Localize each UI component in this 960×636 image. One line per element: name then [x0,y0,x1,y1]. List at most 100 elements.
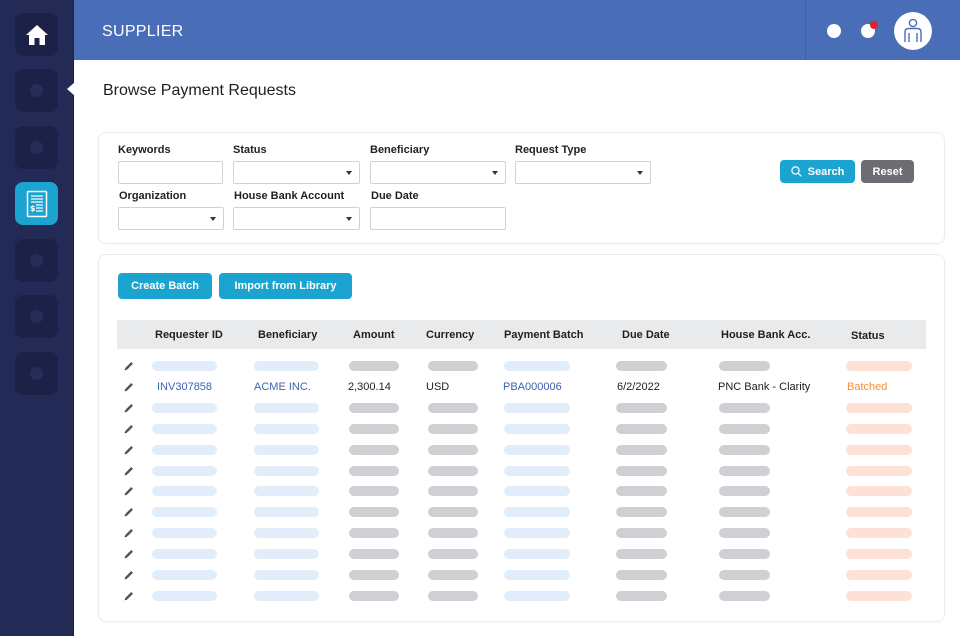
column-header-requester-id[interactable]: Requester ID [155,329,223,341]
import-from-library-button[interactable]: Import from Library [219,273,352,299]
placeholder-cell [616,590,667,601]
placeholder-cell [349,590,399,601]
beneficiary-select[interactable] [370,161,506,184]
placeholder-cell [616,507,667,518]
reset-button[interactable]: Reset [861,160,914,183]
user-avatar[interactable] [894,12,932,50]
chevron-down-icon [210,217,216,221]
placeholder-cell [428,570,478,580]
table-row[interactable] [99,523,946,544]
placeholder-cell [152,423,217,434]
placeholder-cell [719,507,770,518]
placeholder-cell [254,528,319,539]
edit-pencil-icon[interactable] [123,465,135,477]
notification-icon[interactable] [861,21,878,38]
placeholder-cell [349,507,399,518]
table-row[interactable] [99,440,946,461]
edit-pencil-icon[interactable] [123,423,135,435]
placeholder-cell [846,361,912,371]
column-header-amount[interactable]: Amount [353,329,395,341]
requester-id-link[interactable]: INV307858 [157,381,212,393]
top-bar: SUPPLIER [74,0,960,60]
placeholder-cell [846,570,912,580]
placeholder-cell [616,549,667,560]
placeholder-cell [254,549,319,560]
table-row[interactable] [99,461,946,482]
house-bank-account-select[interactable] [233,207,360,230]
table-row[interactable] [99,481,946,502]
request-type-select[interactable] [515,161,651,184]
due-date-input[interactable] [370,207,506,230]
table-row[interactable] [99,502,946,523]
table-header: Requester ID Beneficiary Amount Currency… [117,320,926,349]
reset-button-label: Reset [872,165,903,178]
placeholder-cell [254,361,319,371]
currency-value: USD [426,380,450,393]
sidebar-item-2[interactable] [15,69,58,112]
search-button-label: Search [807,165,845,178]
create-batch-button[interactable]: Create Batch [118,273,212,299]
status-select[interactable] [233,161,360,184]
column-header-due-date[interactable]: Due Date [622,329,670,341]
sidebar-item-payment-requests[interactable]: $ [15,182,58,225]
house-bank-acc-value: PNC Bank - Clarity [718,380,811,393]
placeholder-cell [846,423,912,434]
table-row[interactable] [99,398,946,419]
column-header-currency[interactable]: Currency [426,329,474,341]
payment-batch-link[interactable]: PBA000006 [503,381,562,393]
sidebar-item-6[interactable] [15,295,58,338]
table-row[interactable]: INV307858 ACME INC. 2,300.14 USD PBA000006 6/… [99,377,946,398]
placeholder-cell [349,423,399,434]
placeholder-cell [846,528,912,539]
placeholder-cell [504,549,570,560]
header-divider [805,0,806,60]
placeholder-cell [152,528,217,539]
table-row[interactable] [99,356,946,377]
placeholder-cell [504,361,570,371]
sidebar-item-home[interactable] [15,13,58,56]
placeholder-cell [719,486,770,497]
table-row[interactable] [99,565,946,586]
placeholder-cell [616,570,667,580]
placeholder-cell [719,465,770,476]
placeholder-cell [719,549,770,560]
sidebar-item-5[interactable] [15,239,58,282]
house-bank-account-label: House Bank Account [234,190,345,202]
edit-pencil-icon[interactable] [123,360,135,372]
column-header-house-bank-acc[interactable]: House Bank Acc. [721,329,810,341]
edit-pencil-icon[interactable] [123,569,135,581]
edit-pencil-icon[interactable] [123,485,135,497]
circle-icon[interactable] [827,24,841,38]
placeholder-cell [254,507,319,518]
table-row[interactable] [99,586,946,607]
edit-pencil-icon[interactable] [123,548,135,560]
column-header-payment-batch[interactable]: Payment Batch [504,329,583,341]
keywords-input[interactable] [118,161,223,184]
placeholder-cell [428,402,478,413]
table-row[interactable] [99,419,946,440]
edit-pencil-icon[interactable] [123,590,135,602]
dot-icon [30,367,43,380]
status-label: Status [233,144,267,156]
placeholder-cell [504,507,570,518]
placeholder-cell [846,590,912,601]
page-title: Browse Payment Requests [103,82,296,99]
edit-pencil-icon[interactable] [123,444,135,456]
column-header-status[interactable]: Status [851,330,885,342]
sidebar-item-7[interactable] [15,352,58,395]
edit-pencil-icon[interactable] [123,506,135,518]
beneficiary-link[interactable]: ACME INC. [254,381,311,393]
column-header-beneficiary[interactable]: Beneficiary [258,329,317,341]
table-row[interactable] [99,544,946,565]
edit-pencil-icon[interactable] [123,381,135,393]
edit-pencil-icon[interactable] [123,402,135,414]
search-button[interactable]: Search [780,160,855,183]
edit-pencil-icon[interactable] [123,527,135,539]
sidebar-item-3[interactable] [15,126,58,169]
placeholder-cell [846,444,912,455]
sidebar-pointer [67,82,75,96]
organization-select[interactable] [118,207,224,230]
sidebar: $ [0,0,75,636]
organization-label: Organization [119,190,187,202]
filters-panel: Keywords Status Beneficiary Request Type… [98,132,945,244]
